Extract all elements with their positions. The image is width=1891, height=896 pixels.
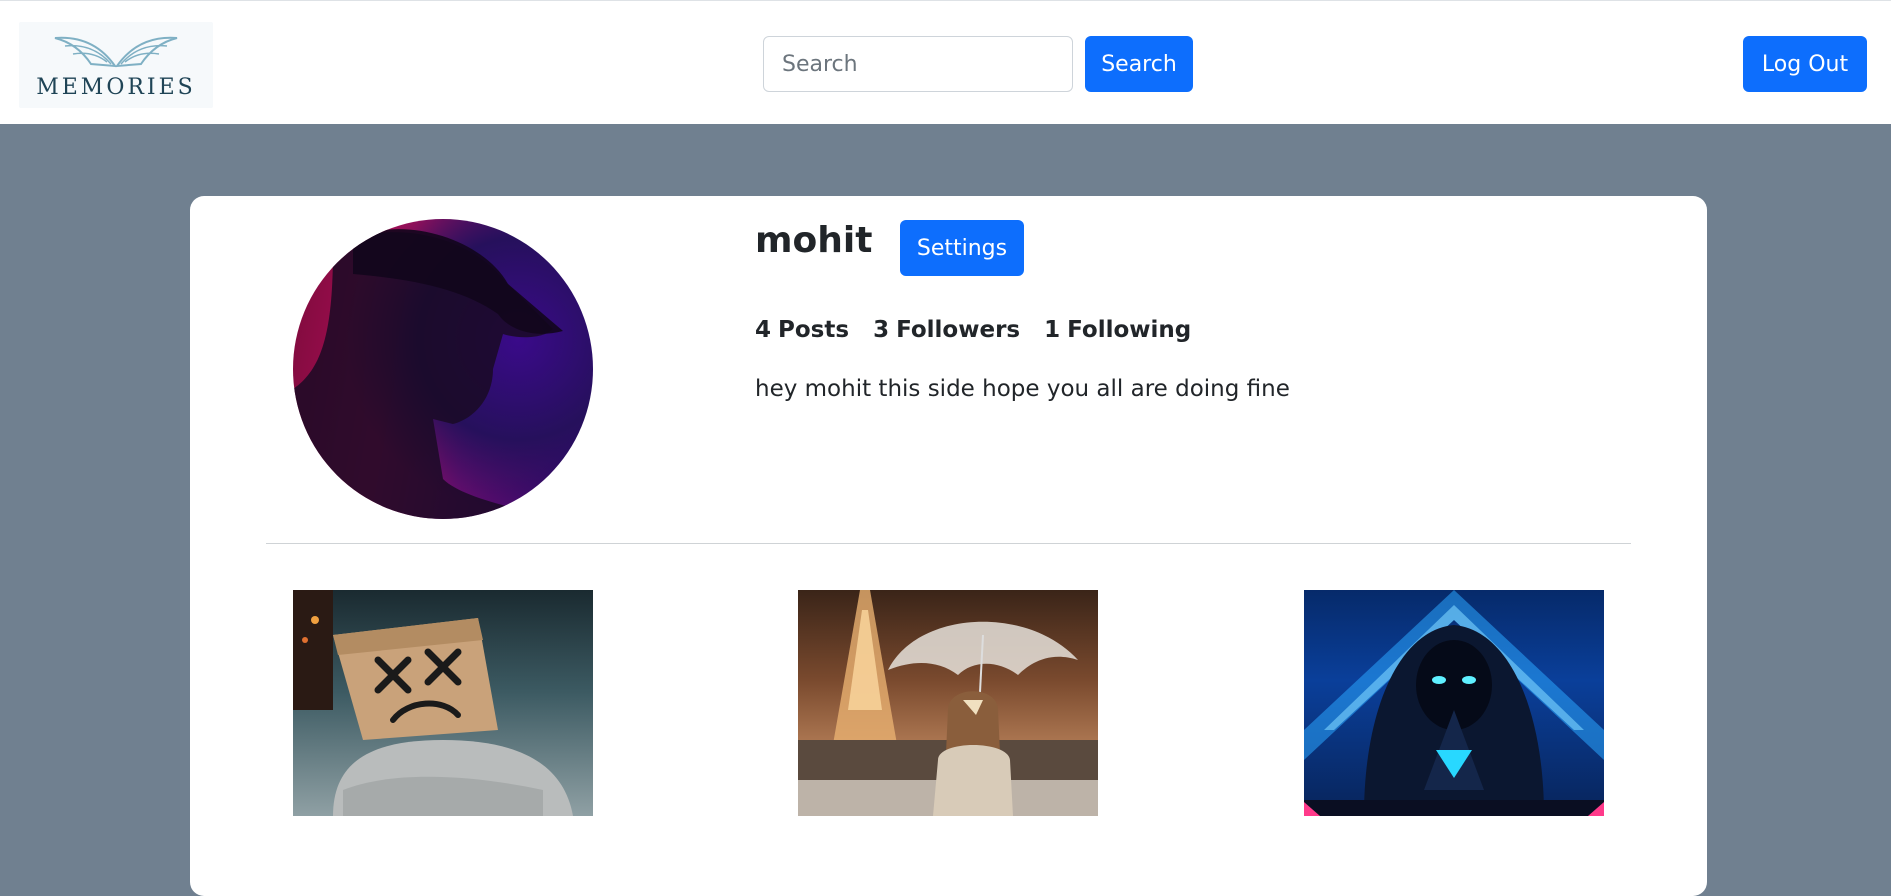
settings-button[interactable]: Settings	[900, 220, 1024, 276]
paper-bag-mask-image	[293, 590, 573, 816]
stat-following[interactable]: 1 Following	[1044, 317, 1191, 343]
eiffel-tower-umbrella-image	[798, 590, 1098, 816]
search-button[interactable]: Search	[1085, 36, 1193, 92]
post-thumbnail[interactable]	[293, 590, 593, 816]
search-input[interactable]	[763, 36, 1073, 92]
profile-stats: 4 Posts 3 Followers 1 Following	[755, 317, 1191, 343]
stat-followers[interactable]: 3 Followers	[873, 317, 1020, 343]
stat-posts: 4 Posts	[755, 317, 849, 343]
hooded-figure-image	[1304, 590, 1604, 816]
stat-count: 4	[755, 317, 772, 343]
post-thumbnail[interactable]	[798, 590, 1098, 816]
divider	[266, 543, 1631, 544]
profile-bio: hey mohit this side hope you all are doi…	[755, 376, 1290, 402]
post-thumbnail[interactable]	[1304, 590, 1604, 816]
profile-username: mohit	[755, 220, 873, 261]
profile-avatar[interactable]	[293, 219, 593, 519]
stat-label: Followers	[896, 317, 1021, 343]
person-silhouette-icon	[293, 229, 563, 519]
logout-button[interactable]: Log Out	[1743, 36, 1867, 92]
profile-card: mohit Settings 4 Posts 3 Followers 1 Fol…	[190, 196, 1707, 896]
logo-text: MEMORIES	[36, 75, 196, 100]
top-navbar: MEMORIES Search Log Out	[0, 0, 1891, 124]
stat-label: Following	[1067, 317, 1192, 343]
wings-icon	[54, 36, 178, 68]
stat-label: Posts	[778, 317, 850, 343]
memories-logo[interactable]: MEMORIES	[19, 22, 213, 108]
stat-count: 3	[873, 317, 890, 343]
stat-count: 1	[1044, 317, 1061, 343]
